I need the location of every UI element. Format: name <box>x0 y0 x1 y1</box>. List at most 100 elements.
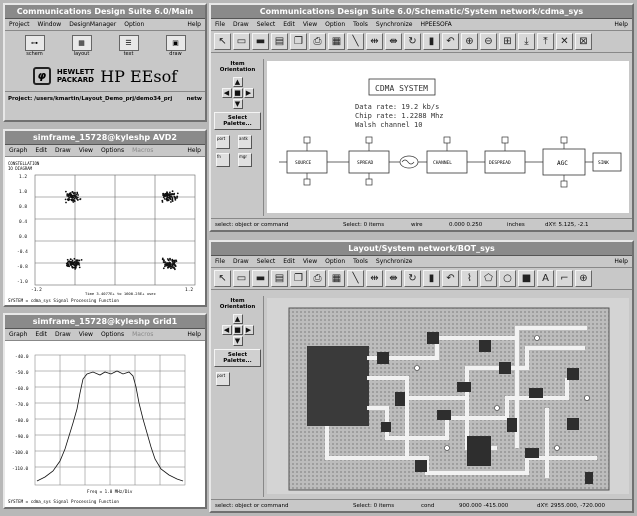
zoom-button[interactable]: ⊕ <box>575 270 592 287</box>
main-window-title[interactable]: Communications Design Suite 6.0/Main <box>5 5 205 19</box>
block-sink[interactable]: SINK <box>592 152 622 172</box>
menu-view[interactable]: View <box>299 256 321 267</box>
menu-select[interactable]: Select <box>253 19 280 30</box>
copy-button[interactable]: ❐ <box>290 270 307 287</box>
print-button[interactable]: ⎙ <box>309 33 326 50</box>
save-button[interactable]: ▤ <box>271 270 288 287</box>
text-launch-button[interactable]: ☰ text <box>116 35 142 57</box>
schematic-launch-button[interactable]: ⊶ schem <box>22 35 48 57</box>
rotate-up-arrow[interactable]: ▲ <box>232 77 243 87</box>
menu-file[interactable]: File <box>211 19 229 30</box>
undo-button[interactable]: ↶ <box>442 270 459 287</box>
rotate-right-arrow[interactable]: ▶ <box>243 88 254 98</box>
menu-edit[interactable]: Edit <box>279 256 299 267</box>
component-button[interactable]: ▦ <box>328 270 345 287</box>
menu-tools[interactable]: Tools <box>349 19 372 30</box>
menu-edit[interactable]: Edit <box>31 329 51 340</box>
save-button[interactable]: ▤ <box>271 33 288 50</box>
push-down-button[interactable]: ⤓ <box>518 33 535 50</box>
palette-fn[interactable]: fn <box>216 153 230 167</box>
text-tool-button[interactable]: A <box>537 270 554 287</box>
zoom-out-button[interactable]: ⊖ <box>480 33 497 50</box>
rotate-left-arrow[interactable]: ◀ <box>221 88 232 98</box>
block-source[interactable]: SOURCE <box>286 150 328 174</box>
menu-file[interactable]: File <box>211 256 229 267</box>
rotate-button[interactable]: ↻ <box>404 33 421 50</box>
layout-canvas[interactable] <box>267 298 629 494</box>
select-palette-button[interactable]: Select Palette... <box>214 349 261 367</box>
menu-graph[interactable]: Graph <box>5 329 31 340</box>
port-tool-button[interactable]: ⇹ <box>366 270 383 287</box>
trace-tool-button[interactable]: ╲ <box>347 270 364 287</box>
menu-synchronize[interactable]: Synchronize <box>372 256 417 267</box>
menu-graph[interactable]: Graph <box>5 145 31 156</box>
circle-tool-button[interactable]: ○ <box>499 270 516 287</box>
menu-draw[interactable]: Draw <box>51 329 75 340</box>
block-spread[interactable]: SPREAD <box>348 150 390 174</box>
zoom-in-button[interactable]: ⊕ <box>461 33 478 50</box>
palette-mgr[interactable]: mgr <box>238 153 252 167</box>
pointer-tool-button[interactable]: ↖ <box>214 33 231 50</box>
menu-select[interactable]: Select <box>253 256 280 267</box>
delete-button[interactable]: ▮ <box>423 270 440 287</box>
menu-tools[interactable]: Tools <box>349 256 372 267</box>
rotate-button[interactable]: ↻ <box>404 270 421 287</box>
new-file-button[interactable]: ▭ <box>233 33 250 50</box>
menu-help[interactable]: Help <box>183 145 205 156</box>
menu-project[interactable]: Project <box>5 19 34 30</box>
undo-button[interactable]: ↶ <box>442 33 459 50</box>
copy-button[interactable]: ❐ <box>290 33 307 50</box>
menu-help[interactable]: Help <box>610 256 632 267</box>
palette-antk[interactable]: antk <box>238 135 252 149</box>
select-palette-button[interactable]: Select Palette... <box>214 112 261 130</box>
rotate-down-arrow[interactable]: ▼ <box>232 336 243 346</box>
menu-help[interactable]: Help <box>183 19 205 30</box>
menu-options[interactable]: Options <box>97 329 128 340</box>
block-despread[interactable]: DESPREAD <box>484 150 526 174</box>
menu-macros[interactable]: Macros <box>128 329 157 340</box>
layout-window-title[interactable]: Layout/System network/BOT_sys <box>211 242 632 256</box>
block-agc[interactable]: AGC <box>542 148 586 176</box>
port-tool-button[interactable]: ⇹ <box>366 33 383 50</box>
delete-button[interactable]: ▮ <box>423 33 440 50</box>
mirror-tool-button[interactable]: ⇼ <box>385 33 402 50</box>
mirror-tool-button[interactable]: ⇼ <box>385 270 402 287</box>
open-folder-button[interactable]: ▬ <box>252 33 269 50</box>
menu-hpeesofa[interactable]: HPEESOFA <box>417 19 456 30</box>
rotate-left-arrow[interactable]: ◀ <box>221 325 232 335</box>
simulate-button[interactable]: ✕ <box>556 33 573 50</box>
rectangle-tool-button[interactable]: ■ <box>518 270 535 287</box>
menu-macros[interactable]: Macros <box>128 145 157 156</box>
palette-port[interactable]: port <box>216 372 230 386</box>
palette-port[interactable]: port <box>216 135 230 149</box>
menu-view[interactable]: View <box>75 145 97 156</box>
menu-option[interactable]: Option <box>321 19 349 30</box>
deactivate-button[interactable]: ⊠ <box>575 33 592 50</box>
draw-launch-button[interactable]: ▣ draw <box>163 35 189 57</box>
polyline-tool-button[interactable]: ⌇ <box>461 270 478 287</box>
menu-synchronize[interactable]: Synchronize <box>372 19 417 30</box>
layout-launch-button[interactable]: ▦ layout <box>69 35 95 57</box>
polygon-tool-button[interactable]: ⬠ <box>480 270 497 287</box>
rotate-up-arrow[interactable]: ▲ <box>232 314 243 324</box>
rotate-down-arrow[interactable]: ▼ <box>232 99 243 109</box>
rotate-center[interactable]: ■ <box>232 325 243 335</box>
path-tool-button[interactable]: ⌐ <box>556 270 573 287</box>
avd2-window-title[interactable]: simframe_15728@kyleshp AVD2 <box>5 131 205 145</box>
menu-designmanager[interactable]: DesignManager <box>65 19 120 30</box>
grid1-window-title[interactable]: simframe_15728@kyleshp Grid1 <box>5 315 205 329</box>
rotate-center[interactable]: ■ <box>232 88 243 98</box>
menu-options[interactable]: Options <box>97 145 128 156</box>
menu-edit[interactable]: Edit <box>31 145 51 156</box>
pointer-tool-button[interactable]: ↖ <box>214 270 231 287</box>
menu-view[interactable]: View <box>299 19 321 30</box>
rotate-right-arrow[interactable]: ▶ <box>243 325 254 335</box>
open-folder-button[interactable]: ▬ <box>252 270 269 287</box>
menu-draw[interactable]: Draw <box>229 256 253 267</box>
menu-draw[interactable]: Draw <box>51 145 75 156</box>
menu-edit[interactable]: Edit <box>279 19 299 30</box>
schematic-window-title[interactable]: Communications Design Suite 6.0/Schemati… <box>211 5 632 19</box>
pop-up-button[interactable]: ⤒ <box>537 33 554 50</box>
menu-draw[interactable]: Draw <box>229 19 253 30</box>
component-button[interactable]: ▦ <box>328 33 345 50</box>
